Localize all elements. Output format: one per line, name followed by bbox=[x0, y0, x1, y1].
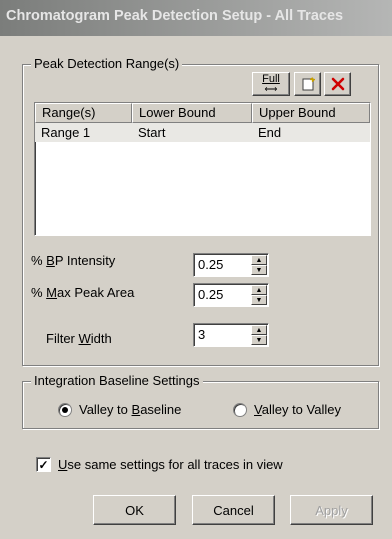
same-settings-label: Use same settings for all traces in view bbox=[58, 457, 283, 472]
full-range-button[interactable]: Full ⟷ bbox=[252, 72, 290, 96]
valley-to-baseline-label: Valley to Baseline bbox=[79, 402, 182, 417]
apply-button[interactable]: Apply bbox=[290, 495, 373, 525]
table-row[interactable]: Range 1 Start End bbox=[35, 123, 370, 142]
filter-width-up-arrow-icon[interactable]: ▲ bbox=[251, 325, 267, 335]
same-settings-checkbox[interactable]: ✓ Use same settings for all traces in vi… bbox=[36, 457, 283, 472]
filter-width-stepper[interactable]: 3 ▲ ▼ bbox=[193, 323, 269, 347]
cancel-button[interactable]: Cancel bbox=[192, 495, 275, 525]
valley-to-valley-radio[interactable]: Valley to Valley bbox=[233, 402, 341, 417]
max-peak-area-down-arrow-icon[interactable]: ▼ bbox=[251, 295, 267, 305]
lower-bound-cell: Start bbox=[138, 125, 166, 140]
bp-intensity-label: % BP Intensity bbox=[31, 253, 116, 268]
bp-intensity-down-arrow-icon[interactable]: ▼ bbox=[251, 265, 267, 275]
checkmark-icon[interactable]: ✓ bbox=[36, 457, 51, 472]
new-range-button[interactable] bbox=[294, 72, 321, 96]
window-title: Chromatogram Peak Detection Setup - All … bbox=[6, 8, 344, 24]
radio-circle[interactable] bbox=[233, 402, 247, 417]
delete-range-button[interactable] bbox=[324, 72, 351, 96]
title-bar: Chromatogram Peak Detection Setup - All … bbox=[0, 0, 392, 36]
max-peak-area-up-arrow-icon[interactable]: ▲ bbox=[251, 285, 267, 295]
ranges-list[interactable]: Range(s) Lower Bound Upper Bound Range 1… bbox=[34, 102, 371, 236]
filter-width-label: Filter Width bbox=[46, 331, 112, 346]
column-header-lower-bound[interactable]: Lower Bound bbox=[132, 103, 252, 123]
column-header-upper-bound[interactable]: Upper Bound bbox=[252, 103, 370, 123]
max-peak-area-label: % Max Peak Area bbox=[31, 285, 135, 300]
filter-width-down-arrow-icon[interactable]: ▼ bbox=[251, 335, 267, 345]
range-name-cell: Range 1 bbox=[41, 125, 91, 140]
valley-to-valley-label: Valley to Valley bbox=[254, 402, 341, 417]
max-peak-area-stepper[interactable]: 0.25 ▲ ▼ bbox=[193, 283, 269, 307]
upper-bound-cell: End bbox=[258, 125, 282, 140]
radio-circle-selected[interactable] bbox=[58, 402, 72, 417]
bp-intensity-up-arrow-icon[interactable]: ▲ bbox=[251, 255, 267, 265]
bp-intensity-value[interactable]: 0.25 bbox=[198, 257, 223, 272]
ok-button[interactable]: OK bbox=[93, 495, 176, 525]
new-document-icon bbox=[302, 77, 315, 91]
bp-intensity-stepper[interactable]: 0.25 ▲ ▼ bbox=[193, 253, 269, 277]
red-x-icon bbox=[331, 77, 344, 91]
peak-detection-range-label: Peak Detection Range(s) bbox=[31, 56, 183, 71]
valley-to-baseline-radio[interactable]: Valley to Baseline bbox=[58, 402, 181, 417]
double-arrow-icon: ⟷ bbox=[264, 84, 278, 94]
ranges-list-header: Range(s) Lower Bound Upper Bound bbox=[35, 103, 370, 123]
integration-baseline-label: Integration Baseline Settings bbox=[31, 373, 203, 388]
column-header-ranges[interactable]: Range(s) bbox=[35, 103, 132, 123]
max-peak-area-value[interactable]: 0.25 bbox=[198, 287, 223, 302]
filter-width-value[interactable]: 3 bbox=[198, 327, 205, 342]
